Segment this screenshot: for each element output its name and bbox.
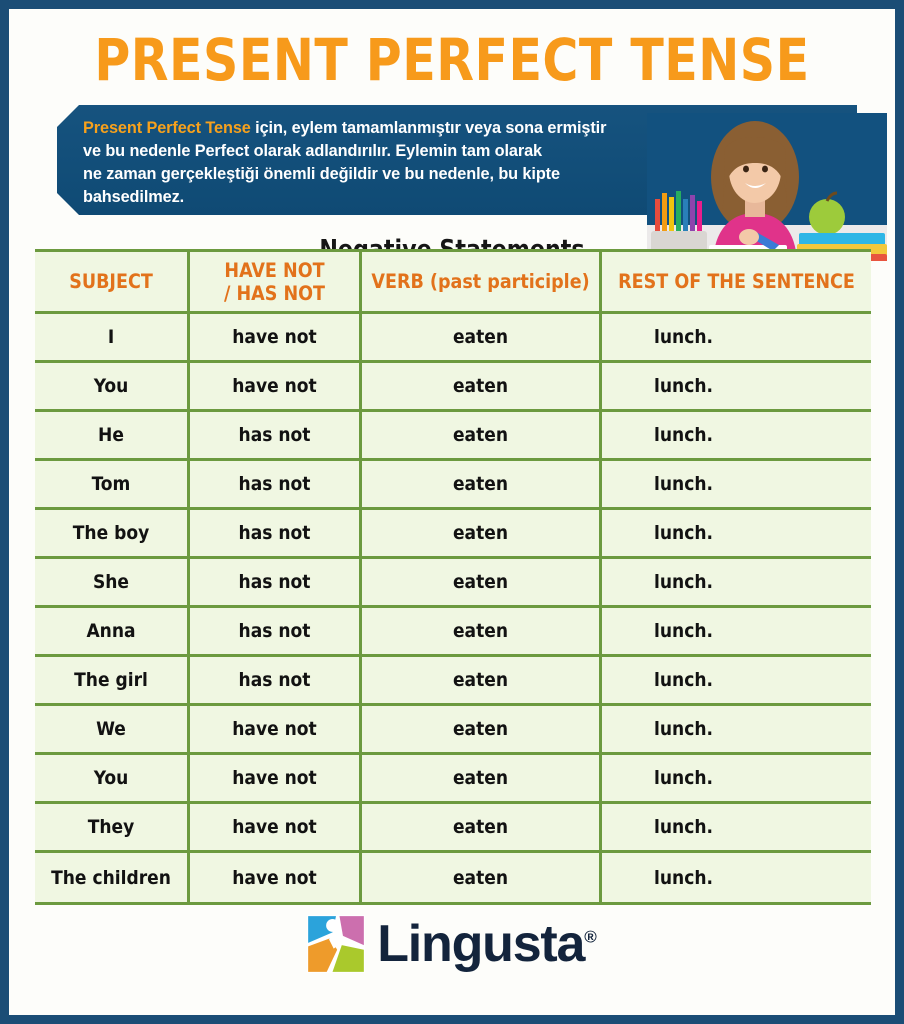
table-row: She has not eaten lunch.	[35, 559, 871, 608]
header-auxiliary: HAVE NOT / HAS NOT	[190, 252, 362, 311]
table-body: Ihave not eaten lunch. You have not eaten lunc…	[35, 314, 871, 902]
conjugation-table: SUBJECT HAVE NOT / HAS NOT VERB (past pa…	[35, 249, 871, 905]
cell-verb: eaten	[362, 461, 602, 507]
intro-line-2: ve bu nedenle Perfect olarak adlandırılı…	[83, 142, 543, 161]
cell-subject: We	[35, 706, 190, 752]
cell-auxiliary: has not	[190, 412, 362, 458]
table-row: You have not eaten lunch.	[35, 363, 871, 412]
cell-verb: eaten	[362, 314, 602, 360]
intro-line-1: Present Perfect Tense için, eylem tamaml…	[83, 117, 683, 140]
page-title: PRESENT PERFECT TENSE	[94, 26, 810, 94]
table-header-row: SUBJECT HAVE NOT / HAS NOT VERB (past pa…	[35, 252, 871, 314]
cell-verb: eaten	[362, 412, 602, 458]
cell-subject: He	[35, 412, 190, 458]
cell-auxiliary: have not	[190, 804, 362, 850]
cell-rest: lunch.	[654, 424, 713, 446]
cell-rest: lunch.	[654, 375, 713, 397]
lingusta-wordmark: Lingusta®	[377, 918, 597, 970]
cell-subject: Tom	[35, 461, 190, 507]
cell-auxiliary: have not	[190, 706, 362, 752]
intro-highlight: Present Perfect Tense	[83, 119, 251, 137]
table-row: The children have not eaten lunch.	[35, 853, 871, 902]
cell-rest: lunch.	[654, 767, 713, 789]
cell-subject: They	[35, 804, 190, 850]
cell-auxiliary: has not	[190, 608, 362, 654]
cell-auxiliary: have not	[190, 853, 362, 902]
cell-verb: eaten	[362, 755, 602, 801]
cell-rest: lunch.	[654, 571, 713, 593]
intro-banner-text: Present Perfect Tense için, eylem tamaml…	[83, 117, 683, 210]
registered-mark: ®	[584, 927, 597, 947]
cell-rest: lunch.	[654, 522, 713, 544]
header-rest: REST OF THE SENTENCE	[618, 270, 855, 293]
table-row: The girl has not eaten lunch.	[35, 657, 871, 706]
cell-rest: lunch.	[654, 718, 713, 740]
table-row: Tom has not eaten lunch.	[35, 461, 871, 510]
cell-auxiliary: has not	[190, 461, 362, 507]
cell-auxiliary: has not	[190, 657, 362, 703]
cell-subject: The children	[35, 853, 190, 902]
cell-verb: eaten	[362, 853, 602, 902]
cell-verb: eaten	[362, 363, 602, 409]
cell-verb: eaten	[362, 608, 602, 654]
cell-auxiliary: have not	[190, 755, 362, 801]
intro-banner-wrap: Present Perfect Tense için, eylem tamaml…	[9, 105, 895, 261]
cell-verb: eaten	[362, 706, 602, 752]
cell-verb: eaten	[362, 510, 602, 556]
cell-subject: You	[35, 363, 190, 409]
intro-line-1-rest: için, eylem tamamlanmıştır veya sona erm…	[250, 119, 607, 137]
cell-subject: She	[35, 559, 190, 605]
cell-auxiliary: have not	[190, 314, 362, 360]
brand-logo[interactable]: Lingusta®	[9, 915, 895, 973]
header-auxiliary-line1: HAVE NOT	[224, 258, 325, 282]
table-row: Anna has not eaten lunch.	[35, 608, 871, 657]
cell-rest: lunch.	[654, 620, 713, 642]
cell-rest: lunch.	[654, 473, 713, 495]
poster-inner: PRESENT PERFECT TENSE Present Perfect Te…	[9, 9, 895, 1015]
cell-subject: Anna	[35, 608, 190, 654]
cell-auxiliary: has not	[190, 559, 362, 605]
cell-rest: lunch.	[654, 816, 713, 838]
cell-rest: lunch.	[654, 326, 713, 348]
cell-verb: eaten	[362, 657, 602, 703]
lingusta-logo-icon	[307, 915, 366, 973]
cell-subject: I	[35, 314, 190, 360]
cell-verb: eaten	[362, 804, 602, 850]
table-row: They have not eaten lunch.	[35, 804, 871, 853]
cell-auxiliary: have not	[190, 363, 362, 409]
table-row: We have not eaten lunch.	[35, 706, 871, 755]
intro-line-3: ne zaman gerçekleştiği önemli değildir v…	[83, 165, 560, 184]
table-row: He has not eaten lunch.	[35, 412, 871, 461]
cell-rest: lunch.	[654, 866, 713, 889]
header-auxiliary-line2: / HAS NOT	[223, 281, 326, 305]
cell-rest: lunch.	[654, 669, 713, 691]
cell-subject: The girl	[35, 657, 190, 703]
table-row: Ihave not eaten lunch.	[35, 314, 871, 363]
cell-subject: The boy	[35, 510, 190, 556]
table-row: You have not eaten lunch.	[35, 755, 871, 804]
table-row: The boy has not eaten lunch.	[35, 510, 871, 559]
intro-line-4: bahsedilmez.	[83, 188, 185, 207]
header-verb: VERB (past participle)	[362, 252, 602, 311]
poster: PRESENT PERFECT TENSE Present Perfect Te…	[0, 0, 904, 1024]
header-subject: SUBJECT	[35, 252, 190, 311]
lingusta-name: Lingusta	[377, 915, 585, 973]
cell-verb: eaten	[362, 559, 602, 605]
cell-auxiliary: has not	[190, 510, 362, 556]
cell-subject: You	[35, 755, 190, 801]
